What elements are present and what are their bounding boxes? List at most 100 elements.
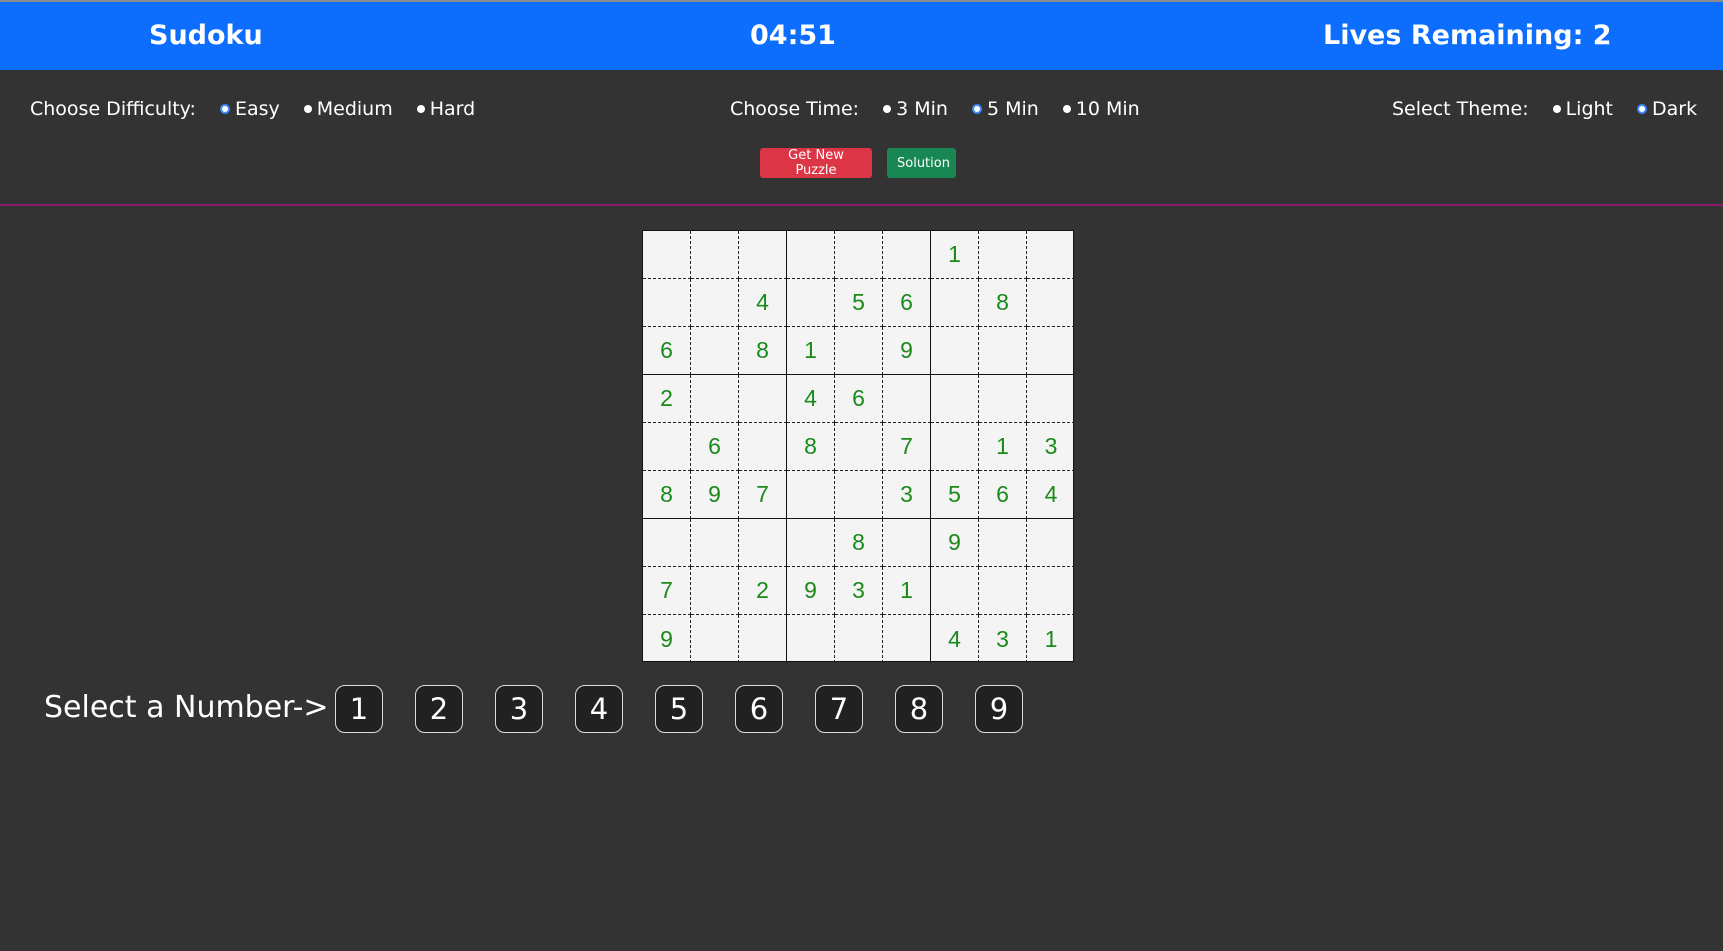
sudoku-cell[interactable]: [691, 375, 739, 423]
sudoku-cell[interactable]: [739, 375, 787, 423]
sudoku-cell[interactable]: 5: [835, 279, 883, 327]
difficulty-hard-radio[interactable]: Hard: [416, 98, 475, 120]
sudoku-cell[interactable]: 8: [979, 279, 1027, 327]
theme-dark-radio[interactable]: Dark: [1637, 98, 1697, 120]
sudoku-cell[interactable]: [643, 519, 691, 567]
sudoku-cell[interactable]: 6: [883, 279, 931, 327]
sudoku-cell[interactable]: 4: [739, 279, 787, 327]
sudoku-cell[interactable]: 6: [691, 423, 739, 471]
sudoku-cell[interactable]: 3: [835, 567, 883, 615]
sudoku-cell[interactable]: 1: [787, 327, 835, 375]
sudoku-cell[interactable]: 8: [787, 423, 835, 471]
sudoku-cell[interactable]: 4: [1027, 471, 1075, 519]
sudoku-cell[interactable]: 5: [931, 471, 979, 519]
sudoku-cell[interactable]: [979, 327, 1027, 375]
theme-light-radio[interactable]: Light: [1552, 98, 1613, 120]
sudoku-cell[interactable]: 1: [931, 231, 979, 279]
sudoku-cell[interactable]: [979, 375, 1027, 423]
sudoku-cell[interactable]: 7: [643, 567, 691, 615]
sudoku-cell[interactable]: [835, 327, 883, 375]
sudoku-cell[interactable]: [883, 519, 931, 567]
radio-icon[interactable]: [1552, 105, 1561, 113]
sudoku-cell[interactable]: [643, 279, 691, 327]
sudoku-cell[interactable]: [787, 519, 835, 567]
sudoku-cell[interactable]: [739, 519, 787, 567]
sudoku-cell[interactable]: 1: [883, 567, 931, 615]
sudoku-cell[interactable]: [691, 615, 739, 663]
sudoku-cell[interactable]: 8: [643, 471, 691, 519]
sudoku-cell[interactable]: 3: [883, 471, 931, 519]
sudoku-cell[interactable]: 6: [835, 375, 883, 423]
sudoku-cell[interactable]: [691, 519, 739, 567]
number-button-8[interactable]: 8: [895, 685, 943, 733]
sudoku-cell[interactable]: 2: [643, 375, 691, 423]
sudoku-cell[interactable]: [835, 615, 883, 663]
sudoku-cell[interactable]: [931, 327, 979, 375]
time-5min-radio[interactable]: 5 Min: [971, 98, 1039, 120]
radio-selected-icon[interactable]: [1637, 104, 1648, 114]
sudoku-cell[interactable]: 8: [835, 519, 883, 567]
sudoku-cell[interactable]: 9: [883, 327, 931, 375]
sudoku-cell[interactable]: [643, 423, 691, 471]
sudoku-cell[interactable]: [835, 231, 883, 279]
sudoku-cell[interactable]: [979, 231, 1027, 279]
sudoku-cell[interactable]: [931, 423, 979, 471]
sudoku-cell[interactable]: [835, 471, 883, 519]
sudoku-cell[interactable]: 7: [883, 423, 931, 471]
solution-button[interactable]: Solution: [887, 148, 956, 178]
sudoku-cell[interactable]: [883, 615, 931, 663]
sudoku-cell[interactable]: 4: [787, 375, 835, 423]
sudoku-cell[interactable]: [1027, 567, 1075, 615]
sudoku-cell[interactable]: [691, 327, 739, 375]
sudoku-cell[interactable]: 1: [1027, 615, 1075, 663]
sudoku-cell[interactable]: [691, 279, 739, 327]
time-3min-radio[interactable]: 3 Min: [883, 98, 948, 120]
sudoku-cell[interactable]: [787, 231, 835, 279]
sudoku-cell[interactable]: 9: [787, 567, 835, 615]
sudoku-cell[interactable]: [1027, 375, 1075, 423]
radio-selected-icon[interactable]: [219, 104, 230, 114]
sudoku-cell[interactable]: [1027, 279, 1075, 327]
sudoku-cell[interactable]: [787, 279, 835, 327]
radio-selected-icon[interactable]: [971, 104, 982, 114]
sudoku-cell[interactable]: [787, 471, 835, 519]
time-10min-radio[interactable]: 10 Min: [1062, 98, 1140, 120]
sudoku-cell[interactable]: 7: [739, 471, 787, 519]
number-button-7[interactable]: 7: [815, 685, 863, 733]
sudoku-cell[interactable]: [1027, 327, 1075, 375]
radio-icon[interactable]: [1062, 105, 1071, 113]
sudoku-cell[interactable]: 6: [979, 471, 1027, 519]
number-button-3[interactable]: 3: [495, 685, 543, 733]
sudoku-cell[interactable]: [979, 519, 1027, 567]
sudoku-cell[interactable]: [1027, 231, 1075, 279]
sudoku-cell[interactable]: 9: [931, 519, 979, 567]
sudoku-cell[interactable]: [739, 615, 787, 663]
sudoku-cell[interactable]: [739, 423, 787, 471]
radio-icon[interactable]: [303, 105, 312, 113]
sudoku-cell[interactable]: [931, 567, 979, 615]
sudoku-cell[interactable]: 3: [979, 615, 1027, 663]
number-button-5[interactable]: 5: [655, 685, 703, 733]
number-button-6[interactable]: 6: [735, 685, 783, 733]
sudoku-cell[interactable]: [883, 375, 931, 423]
number-button-2[interactable]: 2: [415, 685, 463, 733]
number-button-4[interactable]: 4: [575, 685, 623, 733]
sudoku-cell[interactable]: [739, 231, 787, 279]
difficulty-easy-radio[interactable]: Easy: [219, 98, 280, 120]
sudoku-cell[interactable]: [883, 231, 931, 279]
sudoku-cell[interactable]: 6: [643, 327, 691, 375]
sudoku-cell[interactable]: 2: [739, 567, 787, 615]
number-button-1[interactable]: 1: [335, 685, 383, 733]
number-button-9[interactable]: 9: [975, 685, 1023, 733]
sudoku-cell[interactable]: 1: [979, 423, 1027, 471]
get-new-puzzle-button[interactable]: Get New Puzzle: [760, 148, 872, 178]
sudoku-cell[interactable]: [979, 567, 1027, 615]
sudoku-cell[interactable]: [787, 615, 835, 663]
sudoku-cell[interactable]: [931, 279, 979, 327]
difficulty-medium-radio[interactable]: Medium: [303, 98, 393, 120]
sudoku-cell[interactable]: 3: [1027, 423, 1075, 471]
sudoku-cell[interactable]: 8: [739, 327, 787, 375]
sudoku-cell[interactable]: [835, 423, 883, 471]
sudoku-cell[interactable]: [691, 231, 739, 279]
sudoku-cell[interactable]: 9: [691, 471, 739, 519]
